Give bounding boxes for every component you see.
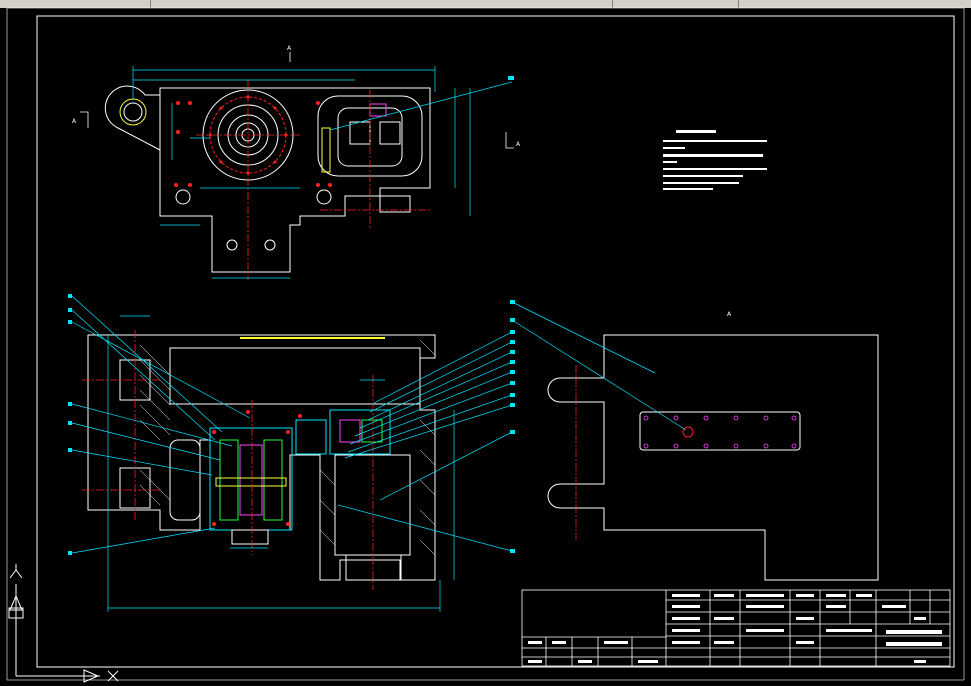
oil-gauge	[321, 127, 331, 173]
motor-foot	[345, 554, 402, 581]
section-fasteners	[212, 410, 302, 526]
mount-hole	[316, 189, 332, 205]
cad-drawing-canvas[interactable]: A A A A	[0, 0, 971, 686]
base-plate-outline	[547, 334, 879, 581]
side-cavity	[169, 439, 201, 521]
motor-terminal	[349, 121, 371, 145]
ucs-icon	[8, 564, 119, 683]
top-view[interactable]	[104, 85, 431, 273]
section-centerlines	[82, 330, 374, 590]
view-marker-top: A	[287, 45, 292, 52]
foot-hole	[264, 239, 276, 251]
motor-box	[334, 454, 411, 556]
plate-leaders	[511, 301, 687, 431]
foot-hole	[226, 239, 238, 251]
section-dimensions	[107, 315, 455, 612]
view-marker-right: A	[516, 141, 521, 148]
balloon-top	[508, 76, 514, 80]
cover-plate	[639, 411, 801, 451]
outer-sheet-border	[6, 7, 965, 681]
title-block[interactable]	[521, 589, 951, 667]
cover-boss	[682, 426, 694, 438]
view-arrows	[80, 52, 514, 149]
housing-cavity-upper	[169, 347, 421, 405]
technical-notes	[663, 130, 767, 190]
drawing-border	[36, 15, 955, 668]
title-block-text-marks	[528, 594, 942, 663]
mount-hole	[175, 189, 191, 205]
flange-bolts	[174, 95, 332, 187]
view-marker-left: A	[72, 118, 77, 125]
view-a-plate[interactable]	[547, 334, 879, 581]
lifting-ear	[104, 85, 161, 151]
view-marker-labels: A A A A	[72, 45, 732, 318]
ear-hole-inner	[123, 102, 143, 122]
cover-bolts	[643, 415, 797, 449]
section-view-label: A	[727, 311, 732, 318]
title-block-frame	[521, 589, 951, 667]
planetary-gear-assembly	[209, 409, 391, 545]
motor-cap	[369, 103, 387, 117]
gearbox-body-outline	[159, 87, 431, 273]
motor-terminal-b	[379, 121, 401, 145]
